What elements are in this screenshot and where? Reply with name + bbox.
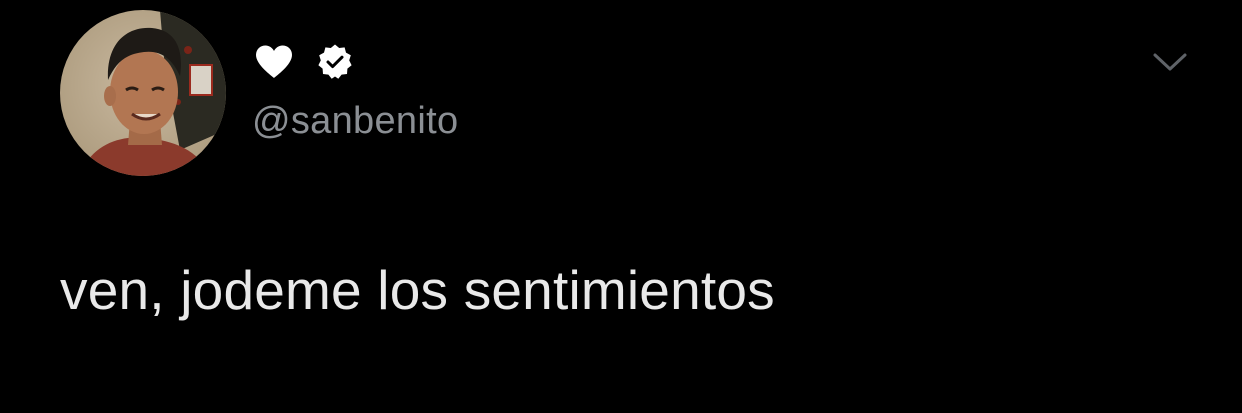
chevron-down-icon[interactable] (1152, 50, 1188, 76)
tweet-card: @sanbenito ven, jodeme los sentimientos (0, 0, 1242, 413)
avatar-photo (60, 10, 226, 176)
user-handle[interactable]: @sanbenito (252, 100, 458, 143)
verified-badge-icon (316, 43, 354, 81)
avatar[interactable] (60, 10, 226, 176)
tweet-text: ven, jodeme los sentimientos (60, 259, 775, 321)
white-heart-icon (254, 44, 294, 80)
display-name-row[interactable] (254, 36, 354, 88)
